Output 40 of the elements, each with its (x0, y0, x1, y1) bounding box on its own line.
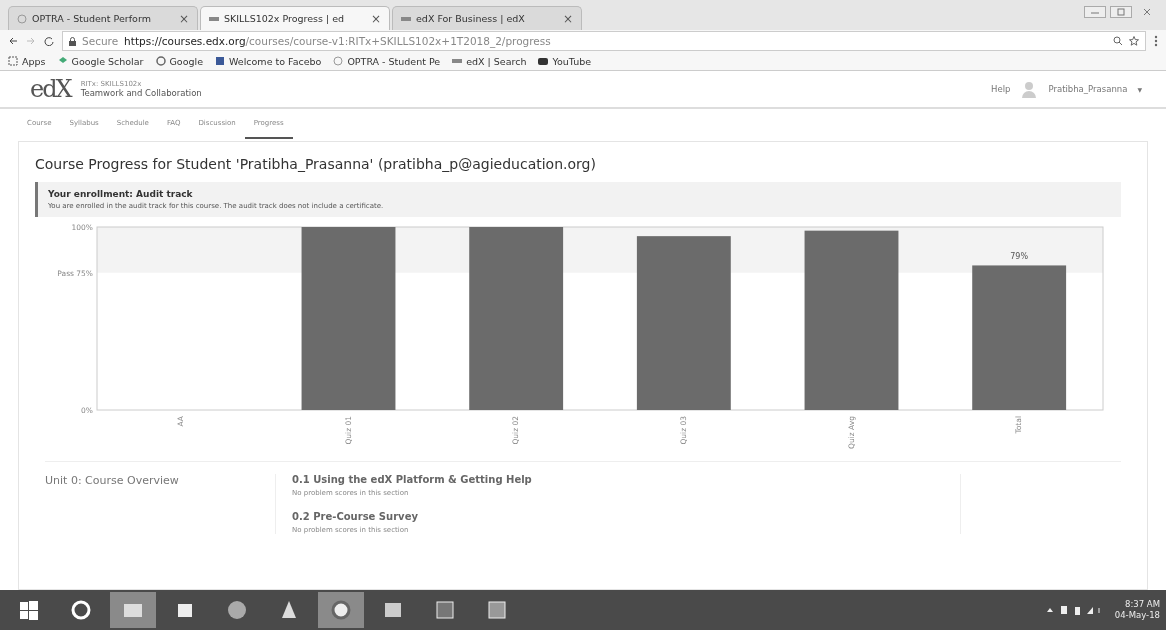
lock-icon (69, 36, 76, 46)
back-icon[interactable] (8, 36, 18, 46)
course-name: Teamwork and Collaboration (80, 88, 202, 98)
bookmark[interactable]: Apps (8, 55, 46, 67)
bookmark[interactable]: YouTube (538, 55, 592, 67)
edx-logo[interactable]: edX (30, 75, 71, 103)
address-bar[interactable]: Secure https://courses.edx.org/courses/course-v1:RITx+SKILLS102x+1T2018_2/progress (62, 31, 1146, 51)
close-icon[interactable]: × (562, 11, 573, 26)
bookmark[interactable]: Google Scholar (57, 55, 144, 67)
help-link[interactable]: Help (991, 84, 1011, 94)
browser-tab[interactable]: edX For Business | edX × (392, 6, 582, 30)
star-icon[interactable] (1129, 36, 1139, 46)
menu-icon[interactable] (1154, 35, 1158, 47)
grid-icon (8, 56, 18, 66)
secure-label: Secure (82, 35, 119, 47)
reload-icon[interactable] (44, 36, 54, 46)
bookmark[interactable]: OPTRA - Student Pe (333, 55, 441, 67)
subsection-link[interactable]: 0.1 Using the edX Platform & Getting Help (292, 474, 960, 485)
browser-tab[interactable]: SKILLS102x Progress | ed × (200, 6, 390, 30)
circle-icon (333, 56, 344, 66)
search-icon[interactable] (1113, 36, 1123, 46)
browser-tab[interactable]: OPTRA - Student Perform × (8, 6, 198, 30)
start-icon (18, 599, 40, 621)
clock[interactable]: 8:37 AM 04-May-18 (1114, 598, 1160, 622)
url-text: https://courses.edx.org/courses/course-v1:RITx+SKILLS102x+1T2018_2/progress (124, 35, 551, 47)
section-title: Unit 0: Course Overview (45, 474, 180, 489)
taskbar-button[interactable] (318, 592, 364, 628)
bookmark[interactable]: Welcome to Facebo (215, 55, 322, 67)
user-name[interactable]: Pratibha_Prasanna (1048, 84, 1128, 94)
page-title: Course Progress for Student 'Pratibha_Prasanna' (pratibha_p@agieducation.org) (35, 156, 597, 172)
bookmark[interactable]: edX | Search (452, 55, 527, 67)
subsection-link[interactable]: 0.2 Pre-Course Survey (292, 511, 960, 522)
close-icon[interactable]: × (178, 11, 189, 26)
close-icon[interactable]: × (370, 11, 381, 26)
value-label: 79% (1010, 252, 1029, 262)
play-icon (538, 56, 549, 66)
bookmark[interactable]: Google (155, 55, 203, 67)
avatar-icon (1020, 80, 1039, 98)
circle-icon (17, 13, 27, 24)
notice-title: Your enrollment: Audit track (48, 189, 194, 199)
